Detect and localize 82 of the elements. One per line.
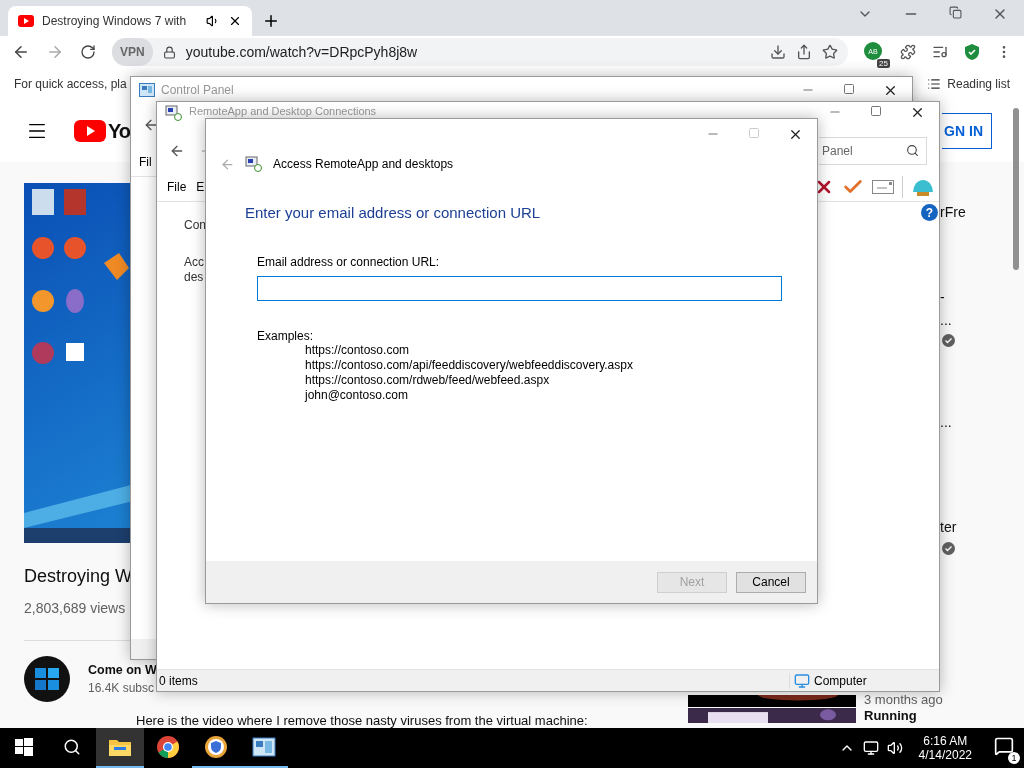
video-title-fragment[interactable]: ter [940, 517, 957, 537]
url-input[interactable] [257, 276, 782, 301]
sign-in-button[interactable]: GN IN [942, 113, 992, 149]
channel-name[interactable]: Come on W [88, 663, 157, 677]
media-icon[interactable] [932, 44, 948, 60]
remoteapp-icon [165, 105, 183, 121]
menu-item[interactable]: Fil [139, 154, 152, 169]
control-panel-icon [139, 83, 155, 97]
shield-icon[interactable] [964, 43, 980, 61]
bookmark-star-icon[interactable] [822, 44, 838, 60]
video-title-fragment[interactable]: ... [940, 310, 952, 330]
channel-avatar [24, 656, 70, 702]
cancel-button[interactable]: Cancel [736, 571, 806, 593]
reload-icon[interactable] [80, 44, 96, 60]
control-panel-icon[interactable] [252, 737, 276, 757]
video-age: 3 months ago [864, 692, 943, 707]
menu-item[interactable]: File [167, 180, 187, 194]
shield-browser-icon[interactable] [204, 735, 228, 759]
new-tab-icon[interactable] [262, 12, 280, 30]
chrome-icon[interactable] [156, 735, 180, 759]
bookmarks-hint: For quick access, pla [14, 77, 127, 91]
example-text: https://contoso.com [305, 343, 411, 358]
video-title-fragment[interactable]: rFre [940, 202, 966, 222]
menu-item[interactable]: E [196, 180, 205, 194]
link-text[interactable]: Con [184, 218, 206, 233]
youtube-logo-icon [74, 120, 106, 142]
video-title-fragment[interactable]: ... [940, 412, 952, 432]
link-text[interactable]: Acc des [184, 255, 206, 285]
window-title: RemoteApp and Desktop Connections [189, 105, 377, 118]
window-title: Control Panel [161, 83, 234, 97]
browser-tab[interactable]: Destroying Windows 7 with [8, 6, 252, 36]
notification-icon[interactable] [994, 736, 1014, 756]
maximize-icon[interactable] [870, 105, 882, 117]
verified-icon [942, 334, 955, 347]
clock[interactable]: 6:16 AM 4/14/2022 [918, 734, 972, 762]
extension-badge: 25 [877, 59, 890, 68]
install-icon[interactable] [770, 44, 786, 60]
example-text: https://contoso.com/rdweb/feed/webfeed.aspx [305, 373, 551, 388]
search-icon[interactable] [906, 144, 919, 157]
remoteapp-icon [245, 156, 263, 172]
dialog-title: Access RemoteApp and desktops [273, 157, 454, 171]
back-icon[interactable] [12, 43, 30, 61]
video-title-fragment[interactable]: - [940, 287, 945, 307]
youtube-icon [18, 15, 34, 27]
address-bar[interactable]: youtube.com/watch?v=DRpcPyh8j8w [185, 44, 760, 60]
computer-icon [794, 672, 810, 689]
video-description: Here is the video where I remove those nasty viruses from the virtual machine: [136, 713, 589, 728]
item-count: 0 items [158, 673, 199, 688]
logo-text: Yo [108, 119, 131, 143]
vpn-button[interactable]: VPN [112, 38, 153, 66]
maximize-icon[interactable] [843, 82, 855, 95]
list-icon [927, 77, 942, 91]
verified-icon [942, 542, 955, 555]
subscriber-count: 16.4K subsc [88, 681, 156, 695]
start-icon[interactable] [15, 738, 33, 756]
volume-icon[interactable] [886, 740, 903, 756]
example-text: john@contoso.com [305, 388, 409, 403]
back-icon[interactable] [169, 143, 185, 159]
reading-list-button[interactable]: Reading list [927, 77, 1010, 91]
scrollbar-thumb[interactable] [1013, 108, 1019, 270]
examples-label: Examples: [257, 329, 315, 343]
dialog-heading: Enter your email address or connection URL [245, 204, 542, 221]
notification-count: 1 [1008, 752, 1020, 764]
view-count: 2,803,689 views [24, 599, 127, 618]
network-icon[interactable] [862, 740, 879, 756]
extensions-icon[interactable] [900, 44, 916, 60]
share-icon[interactable] [796, 44, 812, 60]
video-title[interactable]: Running [864, 708, 917, 723]
field-label: Email address or connection URL: [257, 255, 441, 269]
lock-icon [162, 45, 176, 59]
search-field[interactable]: Panel [819, 137, 927, 165]
envelope-icon[interactable] [872, 180, 894, 194]
back-icon[interactable] [143, 117, 159, 133]
restore-icon[interactable] [949, 6, 962, 19]
close-tab-icon[interactable] [228, 14, 242, 28]
close-icon[interactable] [910, 105, 925, 120]
folder-icon[interactable] [108, 737, 132, 757]
search-icon[interactable] [63, 738, 81, 756]
example-text: https://contoso.com/api/feeddiscovery/webfeeddiscovery.aspx [305, 358, 634, 373]
taskbar-button[interactable] [96, 728, 144, 768]
tab-title: Destroying Windows 7 with [42, 14, 188, 28]
location-label: Computer [814, 673, 867, 688]
